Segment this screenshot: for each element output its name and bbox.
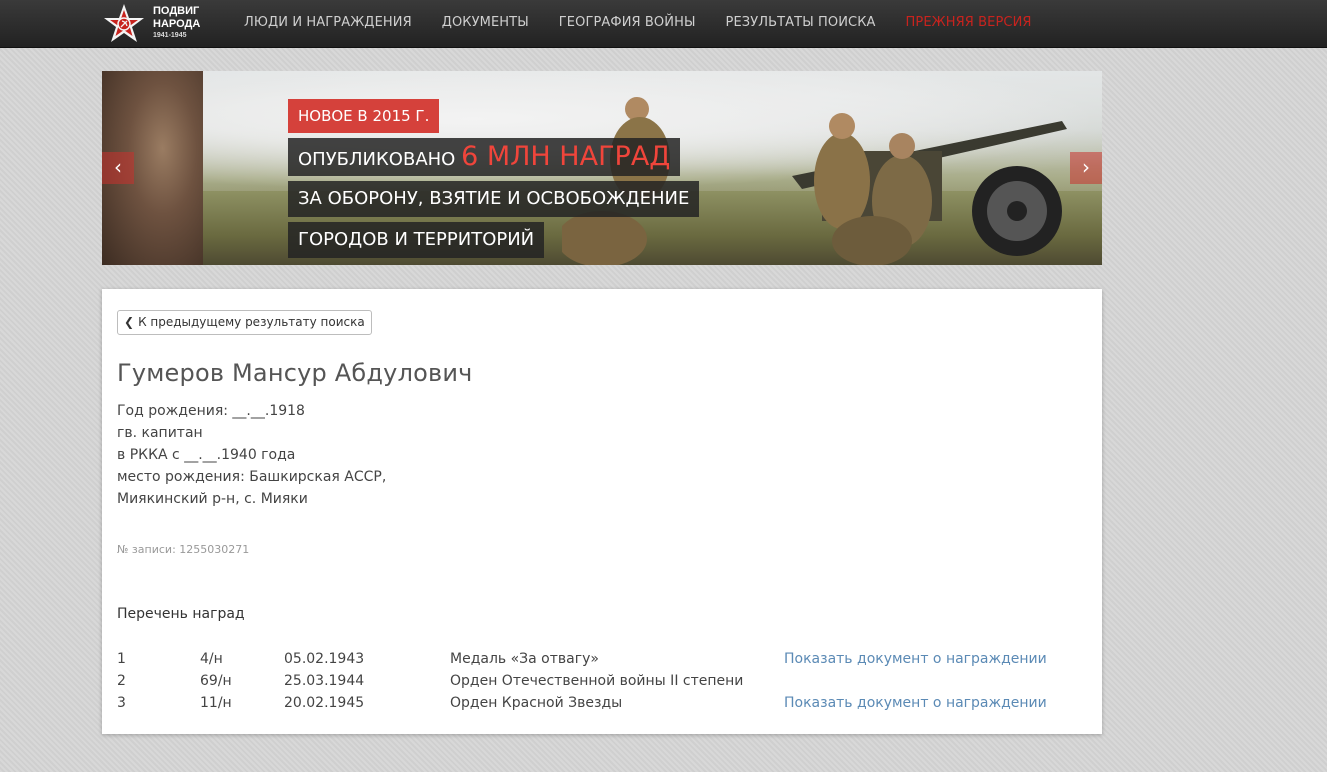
- service-start: в РККА с __.__.1940 года: [117, 447, 296, 463]
- promo-banner[interactable]: НОВОЕ В 2015 Г. ОПУБЛИКОВАНО 6 МЛН НАГРА…: [102, 71, 1102, 265]
- soldiers-artillery-image: [792, 113, 1067, 265]
- star-logo-icon: [104, 4, 144, 42]
- award-number: 3: [117, 695, 126, 711]
- person-card: ❮ К предыдущему результату поиска Гумеров…: [102, 289, 1102, 734]
- site-logo[interactable]: ПОДВИГ НАРОДА 1941-1945: [102, 1, 212, 47]
- award-name: Медаль «За отвагу»: [450, 651, 599, 667]
- back-to-results-button[interactable]: ❮ К предыдущему результату поиска: [117, 310, 372, 335]
- show-award-document-link[interactable]: Показать документ о награждении: [784, 692, 1047, 714]
- rank: гв. капитан: [117, 425, 203, 441]
- award-name: Орден Отечественной войны II степени: [450, 673, 744, 689]
- nav-documents[interactable]: ДОКУМЕНТЫ: [442, 15, 529, 30]
- award-name: Орден Красной Звезды: [450, 695, 623, 711]
- award-row: 3 11/н 20.02.1945 Орден Красной Звезды П…: [117, 692, 1077, 714]
- logo-line-1: ПОДВИГ: [153, 5, 200, 17]
- awards-table: 1 4/н 05.02.1943 Медаль «За отвагу» Пока…: [117, 648, 1077, 714]
- person-name: Гумеров Мансур Абдулович: [117, 359, 473, 387]
- banner-headline-prefix: ОПУБЛИКОВАНО: [298, 149, 462, 170]
- banner-prev-button[interactable]: ‹: [102, 152, 134, 184]
- person-info: Год рождения: __.__.1918 гв. капитан в Р…: [117, 400, 386, 510]
- logo-years: 1941-1945: [153, 32, 187, 39]
- chevron-left-icon: ‹: [114, 155, 122, 179]
- award-row: 1 4/н 05.02.1943 Медаль «За отвагу» Пока…: [117, 648, 1077, 670]
- soldier-figure-image: [562, 97, 670, 265]
- birthplace-line-2: Миякинский р-н, с. Мияки: [117, 491, 308, 507]
- award-date: 05.02.1943: [284, 651, 365, 667]
- award-date: 25.03.1944: [284, 673, 365, 689]
- award-number: 1: [117, 651, 126, 667]
- banner-new-badge: НОВОЕ В 2015 Г.: [288, 99, 440, 133]
- nav-search-results[interactable]: РЕЗУЛЬТАТЫ ПОИСКА: [726, 15, 876, 30]
- award-order-number: 4/н: [200, 651, 223, 667]
- show-award-document-link[interactable]: Показать документ о награждении: [784, 648, 1047, 670]
- nav-people-awards[interactable]: ЛЮДИ И НАГРАЖДЕНИЯ: [244, 15, 412, 30]
- main-nav: ЛЮДИ И НАГРАЖДЕНИЯ ДОКУМЕНТЫ ГЕОГРАФИЯ В…: [244, 15, 1062, 30]
- birth-year: Год рождения: __.__.1918: [117, 403, 305, 419]
- banner-headline-accent: 6 МЛН НАГРАД: [461, 141, 671, 172]
- logo-line-2: НАРОДА: [153, 18, 201, 30]
- awards-list-title: Перечень наград: [117, 606, 245, 622]
- nav-previous-version[interactable]: ПРЕЖНЯЯ ВЕРСИЯ: [906, 15, 1032, 30]
- nav-war-geography[interactable]: ГЕОГРАФИЯ ВОЙНЫ: [559, 15, 696, 30]
- award-number: 2: [117, 673, 126, 689]
- award-row: 2 69/н 25.03.1944 Орден Отечественной во…: [117, 670, 1077, 692]
- back-button-label: К предыдущему результату поиска: [138, 315, 365, 329]
- banner-headline-line-1: ОПУБЛИКОВАНО 6 МЛН НАГРАД: [288, 138, 681, 176]
- banner-next-button[interactable]: ›: [1070, 152, 1102, 184]
- award-order-number: 69/н: [200, 673, 232, 689]
- banner-headline-line-3: ГОРОДОВ И ТЕРРИТОРИЙ: [288, 222, 545, 258]
- banner-headline-line-2: ЗА ОБОРОНУ, ВЗЯТИЕ И ОСВОБОЖДЕНИЕ: [288, 181, 700, 217]
- award-date: 20.02.1945: [284, 695, 365, 711]
- chevron-right-icon: ›: [1082, 155, 1090, 179]
- record-number: № записи: 1255030271: [117, 543, 250, 556]
- birthplace-line-1: место рождения: Башкирская АССР,: [117, 469, 387, 485]
- chevron-left-icon: ❮: [124, 315, 135, 329]
- top-navigation-bar: ПОДВИГ НАРОДА 1941-1945 ЛЮДИ И НАГРАЖДЕН…: [0, 0, 1327, 48]
- award-order-number: 11/н: [200, 695, 232, 711]
